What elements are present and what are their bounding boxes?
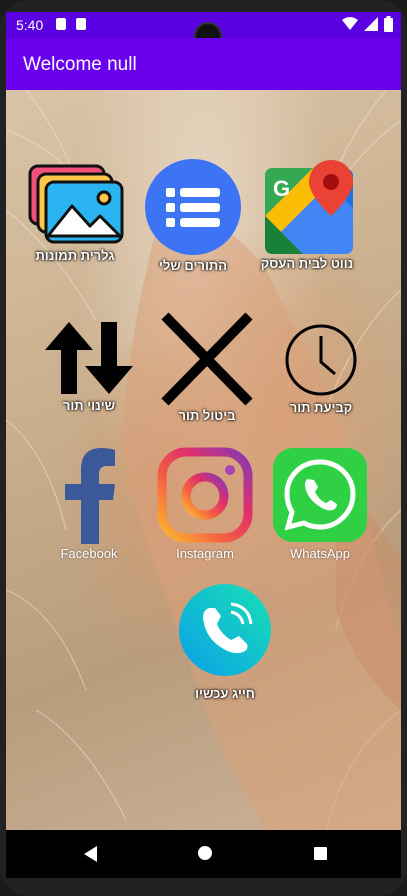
sd-card-icon [56, 18, 66, 30]
call-now-label: חייג עכשיו [195, 686, 255, 701]
whatsapp-icon [273, 448, 367, 542]
battery-icon [384, 16, 393, 32]
facebook-label: Facebook [60, 546, 118, 561]
instagram-button[interactable]: Instagram [150, 446, 260, 561]
book-appointment-label: קביעת תור [289, 400, 353, 415]
close-icon [161, 312, 253, 406]
wifi-icon [342, 17, 358, 30]
navigate-button[interactable]: G נווט לבית העסק [252, 158, 362, 271]
cancel-appointment-label: ביטול תור [178, 408, 236, 423]
google-maps-icon: G [265, 160, 353, 254]
swap-vertical-icon [45, 322, 133, 394]
change-appointment-button[interactable]: שינוי תור [34, 320, 144, 413]
gallery-button[interactable]: גלרית תמונות [20, 164, 130, 263]
back-icon[interactable] [84, 846, 97, 862]
change-appointment-label: שינוי תור [62, 398, 116, 413]
whatsapp-button[interactable]: WhatsApp [265, 446, 375, 561]
phone-call-icon [179, 584, 271, 676]
navigation-bar [6, 830, 401, 878]
clock-icon [285, 324, 357, 396]
whatsapp-label: WhatsApp [290, 546, 350, 561]
image-gallery-icon [28, 164, 124, 244]
notification-icon [76, 18, 86, 30]
svg-text:G: G [273, 176, 290, 201]
system-icons [342, 16, 393, 32]
facebook-icon [65, 448, 115, 544]
facebook-button[interactable]: Facebook [34, 446, 144, 561]
signal-icon [364, 17, 378, 31]
list-icon [145, 159, 241, 255]
page-title: Welcome null [23, 54, 137, 75]
cancel-appointment-button[interactable]: ביטול תור [152, 312, 262, 423]
app-bar: Welcome null [6, 38, 401, 90]
book-appointment-button[interactable]: קביעת תור [266, 322, 376, 415]
main-content: גלרית תמונות התורים שלי G נווט לבית העסק… [6, 90, 401, 830]
my-appointments-button[interactable]: התורים שלי [138, 158, 248, 273]
instagram-icon [157, 447, 253, 543]
home-icon[interactable] [198, 846, 212, 860]
navigate-label: נווט לבית העסק [260, 256, 354, 271]
my-appointments-label: התורים שלי [159, 258, 227, 273]
recent-apps-icon[interactable] [314, 847, 327, 860]
phone-frame: 5:40 Welcome null גלרית תמונות התורים של… [0, 0, 407, 896]
call-now-button[interactable]: חייג עכשיו [170, 584, 280, 701]
instagram-label: Instagram [176, 546, 234, 561]
status-time: 5:40 [16, 17, 44, 33]
gallery-label: גלרית תמונות [35, 248, 115, 263]
